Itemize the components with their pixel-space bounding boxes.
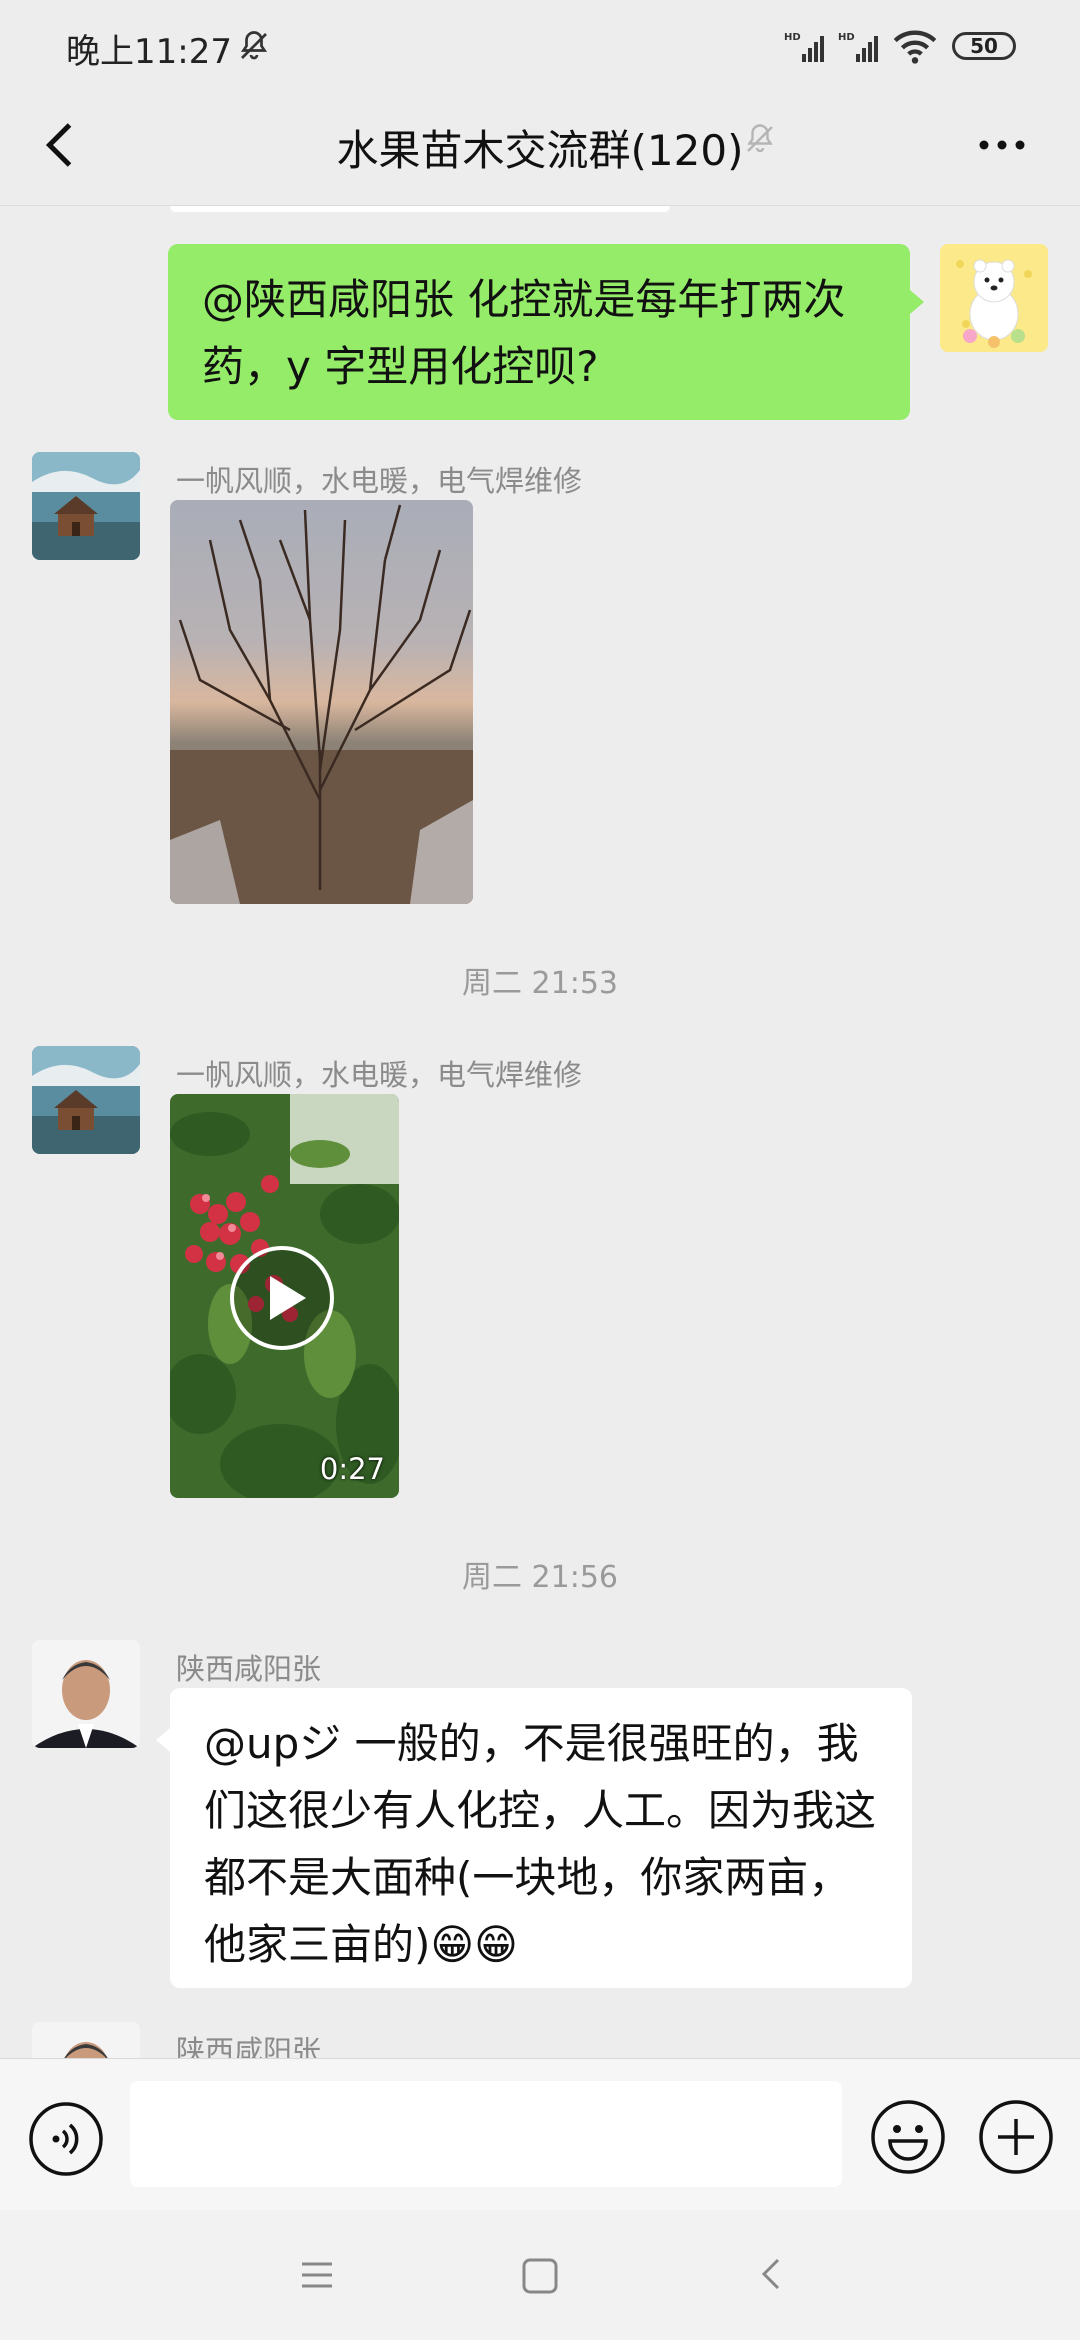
signal-hd-icon: HD	[784, 32, 824, 62]
play-button-icon[interactable]	[228, 1244, 336, 1352]
incoming-message-bubble[interactable]: @upジ 一般的，不是很强旺的，我们这很少有人化控，人工。因为我这都不是大面种(…	[170, 1688, 912, 1988]
system-navigation-bar	[0, 2210, 1080, 2340]
sender-name: 陕西咸阳张	[176, 1652, 322, 1686]
outgoing-message-bubble[interactable]: @陕西咸阳张 化控就是每年打两次药，y 字型用化控呗?	[168, 244, 910, 420]
more-options-icon[interactable]	[972, 125, 1032, 165]
bubble-tail	[910, 290, 924, 314]
orchard-tree-photo	[170, 500, 473, 904]
message-input-bar	[0, 2058, 1080, 2211]
notification-muted-icon	[240, 31, 268, 60]
voice-input-icon[interactable]	[28, 2101, 104, 2177]
cabin-avatar-image	[32, 1046, 140, 1154]
sender-avatar[interactable]	[32, 1046, 140, 1154]
recent-apps-icon[interactable]	[298, 2256, 336, 2294]
polar-bear-avatar-image	[940, 244, 1048, 352]
man-portrait-avatar-image	[32, 1640, 140, 1748]
man-portrait-avatar-image	[32, 2022, 140, 2058]
cabin-avatar-image	[32, 452, 140, 560]
message-text: @upジ 一般的，不是很强旺的，我们这很少有人化控，人工。因为我这都不是大面种(…	[204, 1719, 877, 1969]
wifi-icon	[893, 30, 937, 64]
message-text-input[interactable]	[130, 2081, 842, 2187]
sender-avatar[interactable]	[32, 2022, 140, 2058]
self-avatar[interactable]	[940, 244, 1048, 352]
sender-name: 陕西咸阳张	[176, 2034, 322, 2058]
sender-avatar[interactable]	[32, 452, 140, 560]
system-back-icon[interactable]	[752, 2254, 792, 2294]
svg-text:HD: HD	[784, 32, 801, 43]
battery-indicator: 50	[952, 32, 1016, 60]
chat-header: 水果苗木交流群(120)	[0, 95, 1080, 206]
video-duration: 0:27	[319, 1452, 385, 1486]
status-bar: 晚上11:27 HD HD 50	[0, 0, 1080, 95]
signal-hd-icon: HD	[838, 32, 878, 62]
timestamp-divider: 周二 21:53	[462, 966, 618, 1001]
video-message[interactable]: 0:27	[170, 1094, 399, 1498]
emoji-icon[interactable]	[870, 2099, 946, 2175]
home-icon[interactable]	[520, 2256, 560, 2296]
chat-message-list[interactable]: @陕西咸阳张 化控就是每年打两次药，y 字型用化控呗? 一帆风顺，水电暖，电气焊…	[0, 206, 1080, 2058]
sender-name: 一帆风顺，水电暖，电气焊维修	[176, 464, 583, 498]
status-time: 晚上11:27	[66, 32, 232, 72]
sender-name: 一帆风顺，水电暖，电气焊维修	[176, 1058, 583, 1092]
svg-text:HD: HD	[838, 32, 855, 43]
photo-message[interactable]	[170, 500, 473, 904]
sender-avatar[interactable]	[32, 1640, 140, 1748]
previous-message-bubble-edge	[170, 206, 670, 212]
chat-title: 水果苗木交流群(120)	[336, 126, 744, 175]
timestamp-divider: 周二 21:56	[462, 1560, 618, 1595]
bubble-tail	[156, 1728, 170, 1752]
message-text: @陕西咸阳张 化控就是每年打两次药，y 字型用化控呗?	[202, 275, 846, 391]
muted-bell-icon	[747, 124, 773, 153]
add-more-icon[interactable]	[978, 2099, 1054, 2175]
